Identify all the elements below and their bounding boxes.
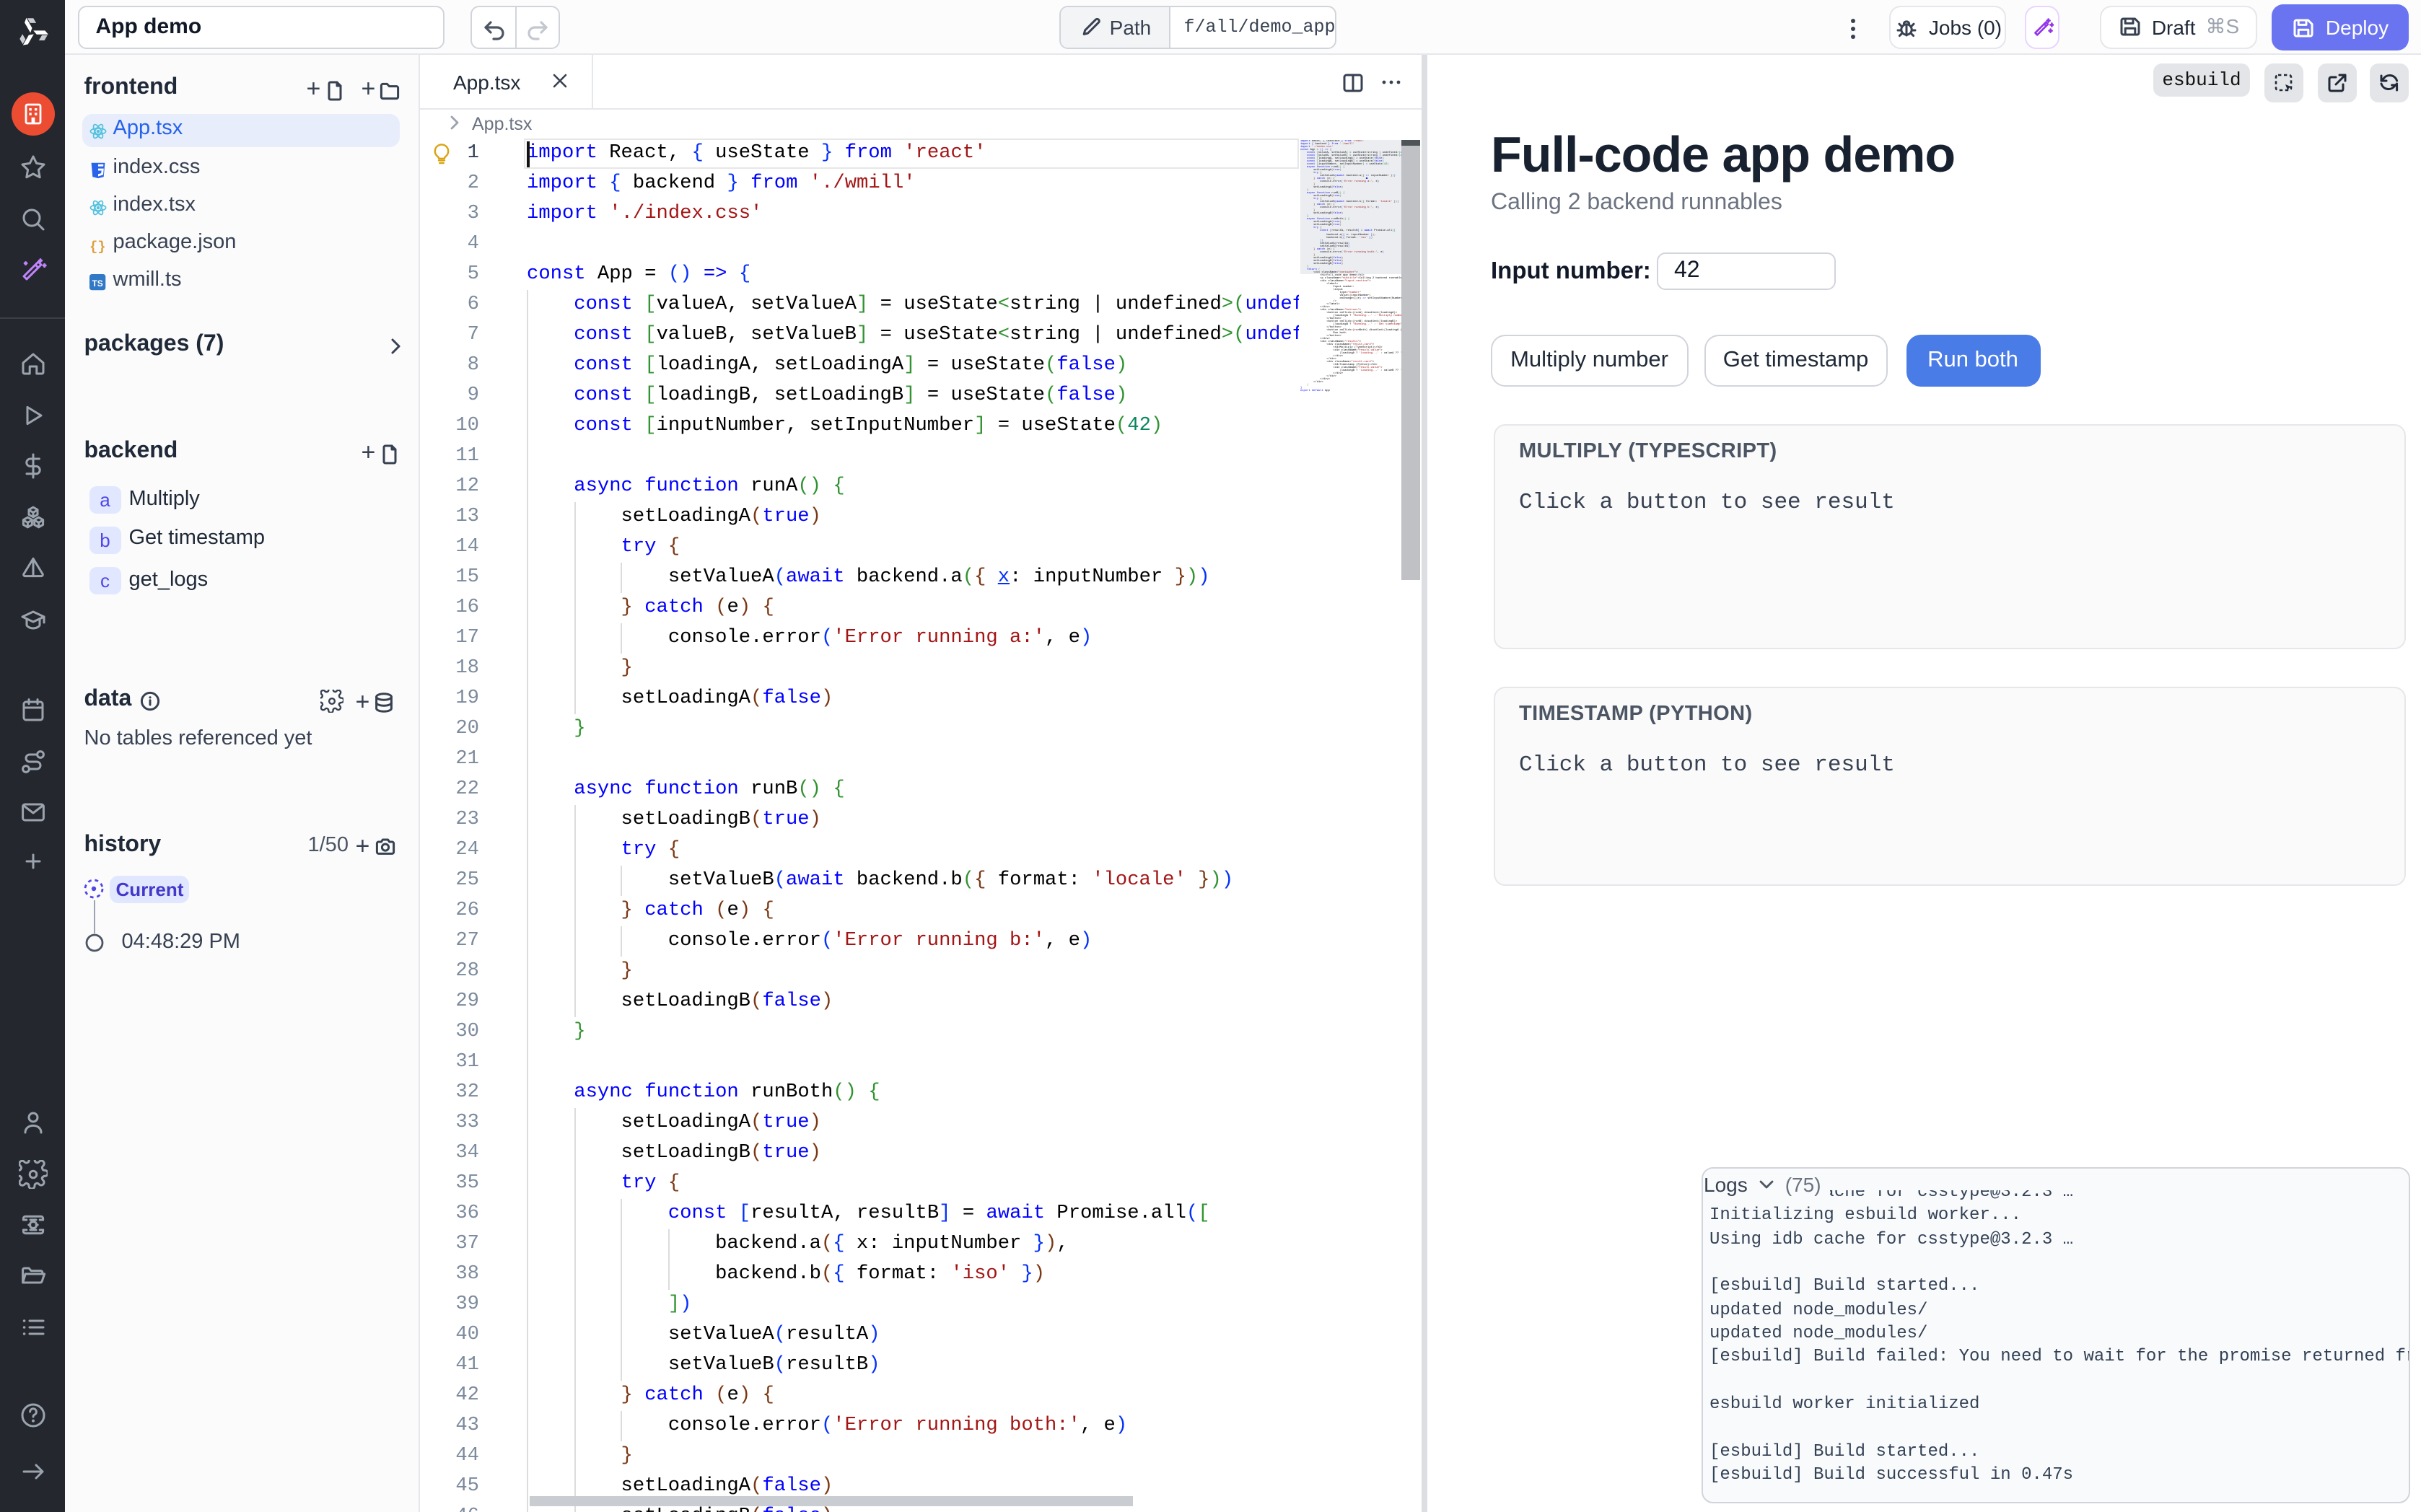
- svg-text:TS: TS: [92, 278, 103, 289]
- svg-text:{}: {}: [90, 238, 107, 253]
